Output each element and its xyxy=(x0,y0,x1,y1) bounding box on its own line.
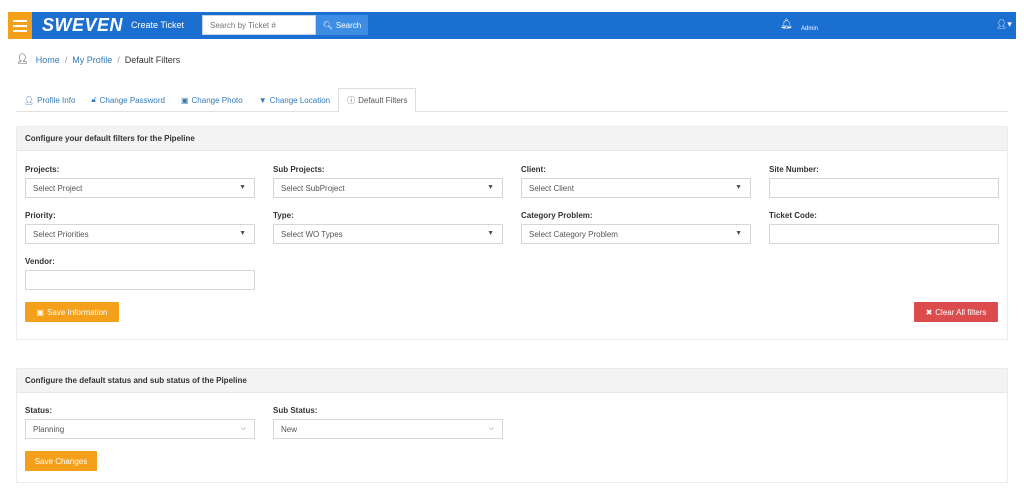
clear-all-filters-button[interactable]: ✖ Clear All filters xyxy=(914,302,998,322)
projects-label: Projects: xyxy=(25,165,60,174)
breadcrumb-separator: / xyxy=(64,54,68,65)
type-label: Type: xyxy=(273,211,294,220)
app-logo[interactable]: SWEVEN xyxy=(42,15,123,36)
user-icon: 👤︎ xyxy=(24,95,35,105)
unlock-icon: 🔓︎ xyxy=(91,95,97,104)
info-circle-icon: ⓘ xyxy=(347,96,356,105)
status-select-value: Planning xyxy=(33,425,65,434)
save-information-label: Save Information xyxy=(47,307,108,317)
default-filters-panel: Configure your default filters for the P… xyxy=(16,126,1008,340)
client-select-value: Select Client xyxy=(529,184,574,193)
user-icon: 👤︎ xyxy=(16,54,29,65)
tab-change-password[interactable]: 🔓︎ Change Password xyxy=(83,88,173,112)
priority-select-value: Select Priorities xyxy=(33,230,89,239)
profile-tabs: 👤︎ Profile Info 🔓︎ Change Password ▣ Cha… xyxy=(16,88,1008,113)
vendor-input[interactable] xyxy=(25,270,255,290)
chevron-down-icon: ⌵ xyxy=(488,425,494,432)
category-problem-select[interactable]: Select Category Problem ▼ xyxy=(521,224,751,244)
map-marker-icon: ▼ xyxy=(258,95,267,105)
default-status-panel: Configure the default status and sub sta… xyxy=(16,368,1008,483)
tab-label: Profile Info xyxy=(37,95,76,105)
client-select[interactable]: Select Client ▼ xyxy=(521,178,751,198)
caret-down-icon: ▼ xyxy=(239,230,246,237)
projects-select-value: Select Project xyxy=(33,184,83,193)
sub-projects-label: Sub Projects: xyxy=(273,165,325,174)
user-menu-icon[interactable]: 👤︎▾ xyxy=(996,19,1012,30)
category-problem-select-value: Select Category Problem xyxy=(529,230,618,239)
tab-label: Change Password xyxy=(99,95,165,105)
clear-all-filters-label: Clear All filters xyxy=(935,307,987,317)
caret-down-icon: ▼ xyxy=(735,230,742,237)
close-icon: ✖ xyxy=(925,307,933,317)
panel-heading: Configure the default status and sub sta… xyxy=(17,369,1007,393)
create-ticket-link[interactable]: Create Ticket xyxy=(131,20,184,30)
breadcrumb-separator: / xyxy=(117,54,120,65)
caret-down-icon: ▼ xyxy=(735,184,742,191)
caret-down-icon: ▼ xyxy=(239,184,246,191)
breadcrumb: 👤︎ Home / My Profile / Default Filters xyxy=(16,54,180,65)
user-name[interactable]: Admin xyxy=(801,26,818,32)
caret-down-icon: ▼ xyxy=(487,184,494,191)
ticket-code-input[interactable] xyxy=(769,224,999,244)
top-navbar: SWEVEN Create Ticket 🔍︎ Search 🔔︎ Admin … xyxy=(8,12,1016,39)
priority-label: Priority: xyxy=(25,211,56,220)
search-button[interactable]: 🔍︎ Search xyxy=(316,15,368,35)
ticket-search-input[interactable] xyxy=(202,15,316,35)
projects-select[interactable]: Select Project ▼ xyxy=(25,178,255,198)
search-icon: 🔍︎ xyxy=(322,20,333,30)
search-button-label: Search xyxy=(335,20,362,30)
hamburger-menu-icon[interactable] xyxy=(8,12,32,39)
tab-default-filters[interactable]: ⓘ Default Filters xyxy=(338,88,417,113)
tab-label: Change Location xyxy=(269,95,331,105)
sub-status-label: Sub Status: xyxy=(273,406,318,415)
status-label: Status: xyxy=(25,406,53,415)
tab-profile-info[interactable]: 👤︎ Profile Info xyxy=(16,88,83,112)
sub-projects-select[interactable]: Select SubProject ▼ xyxy=(273,178,503,198)
sub-status-select-value: New xyxy=(281,425,298,434)
breadcrumb-my-profile[interactable]: My Profile xyxy=(72,55,112,65)
vendor-label: Vendor: xyxy=(25,257,55,266)
panel-heading: Configure your default filters for the P… xyxy=(17,127,1007,151)
save-information-button[interactable]: ▣ Save Information xyxy=(25,302,119,322)
tab-label: Default Filters xyxy=(358,96,408,105)
bell-icon[interactable]: 🔔︎ xyxy=(780,19,793,30)
site-number-label: Site Number: xyxy=(769,165,819,174)
caret-down-icon: ▼ xyxy=(487,230,494,237)
category-problem-label: Category Problem: xyxy=(521,211,593,220)
tab-label: Change Photo xyxy=(191,95,243,105)
sub-projects-select-value: Select SubProject xyxy=(281,184,345,193)
tab-change-photo[interactable]: ▣ Change Photo xyxy=(173,88,251,112)
priority-select[interactable]: Select Priorities ▼ xyxy=(25,224,255,244)
save-icon: ▣ xyxy=(36,307,45,317)
tab-change-location[interactable]: ▼ Change Location xyxy=(251,88,338,112)
type-select[interactable]: Select WO Types ▼ xyxy=(273,224,503,244)
breadcrumb-home[interactable]: Home xyxy=(36,55,60,65)
site-number-input[interactable] xyxy=(769,178,999,198)
ticket-code-label: Ticket Code: xyxy=(769,211,817,220)
status-select[interactable]: Planning ⌵ xyxy=(25,419,255,439)
client-label: Client: xyxy=(521,165,546,174)
picture-icon: ▣ xyxy=(180,95,189,105)
breadcrumb-current: Default Filters xyxy=(124,54,181,65)
type-select-value: Select WO Types xyxy=(281,230,343,239)
chevron-down-icon: ⌵ xyxy=(240,425,246,432)
save-changes-button[interactable]: Save Changes xyxy=(25,451,97,471)
sub-status-select[interactable]: New ⌵ xyxy=(273,419,503,439)
